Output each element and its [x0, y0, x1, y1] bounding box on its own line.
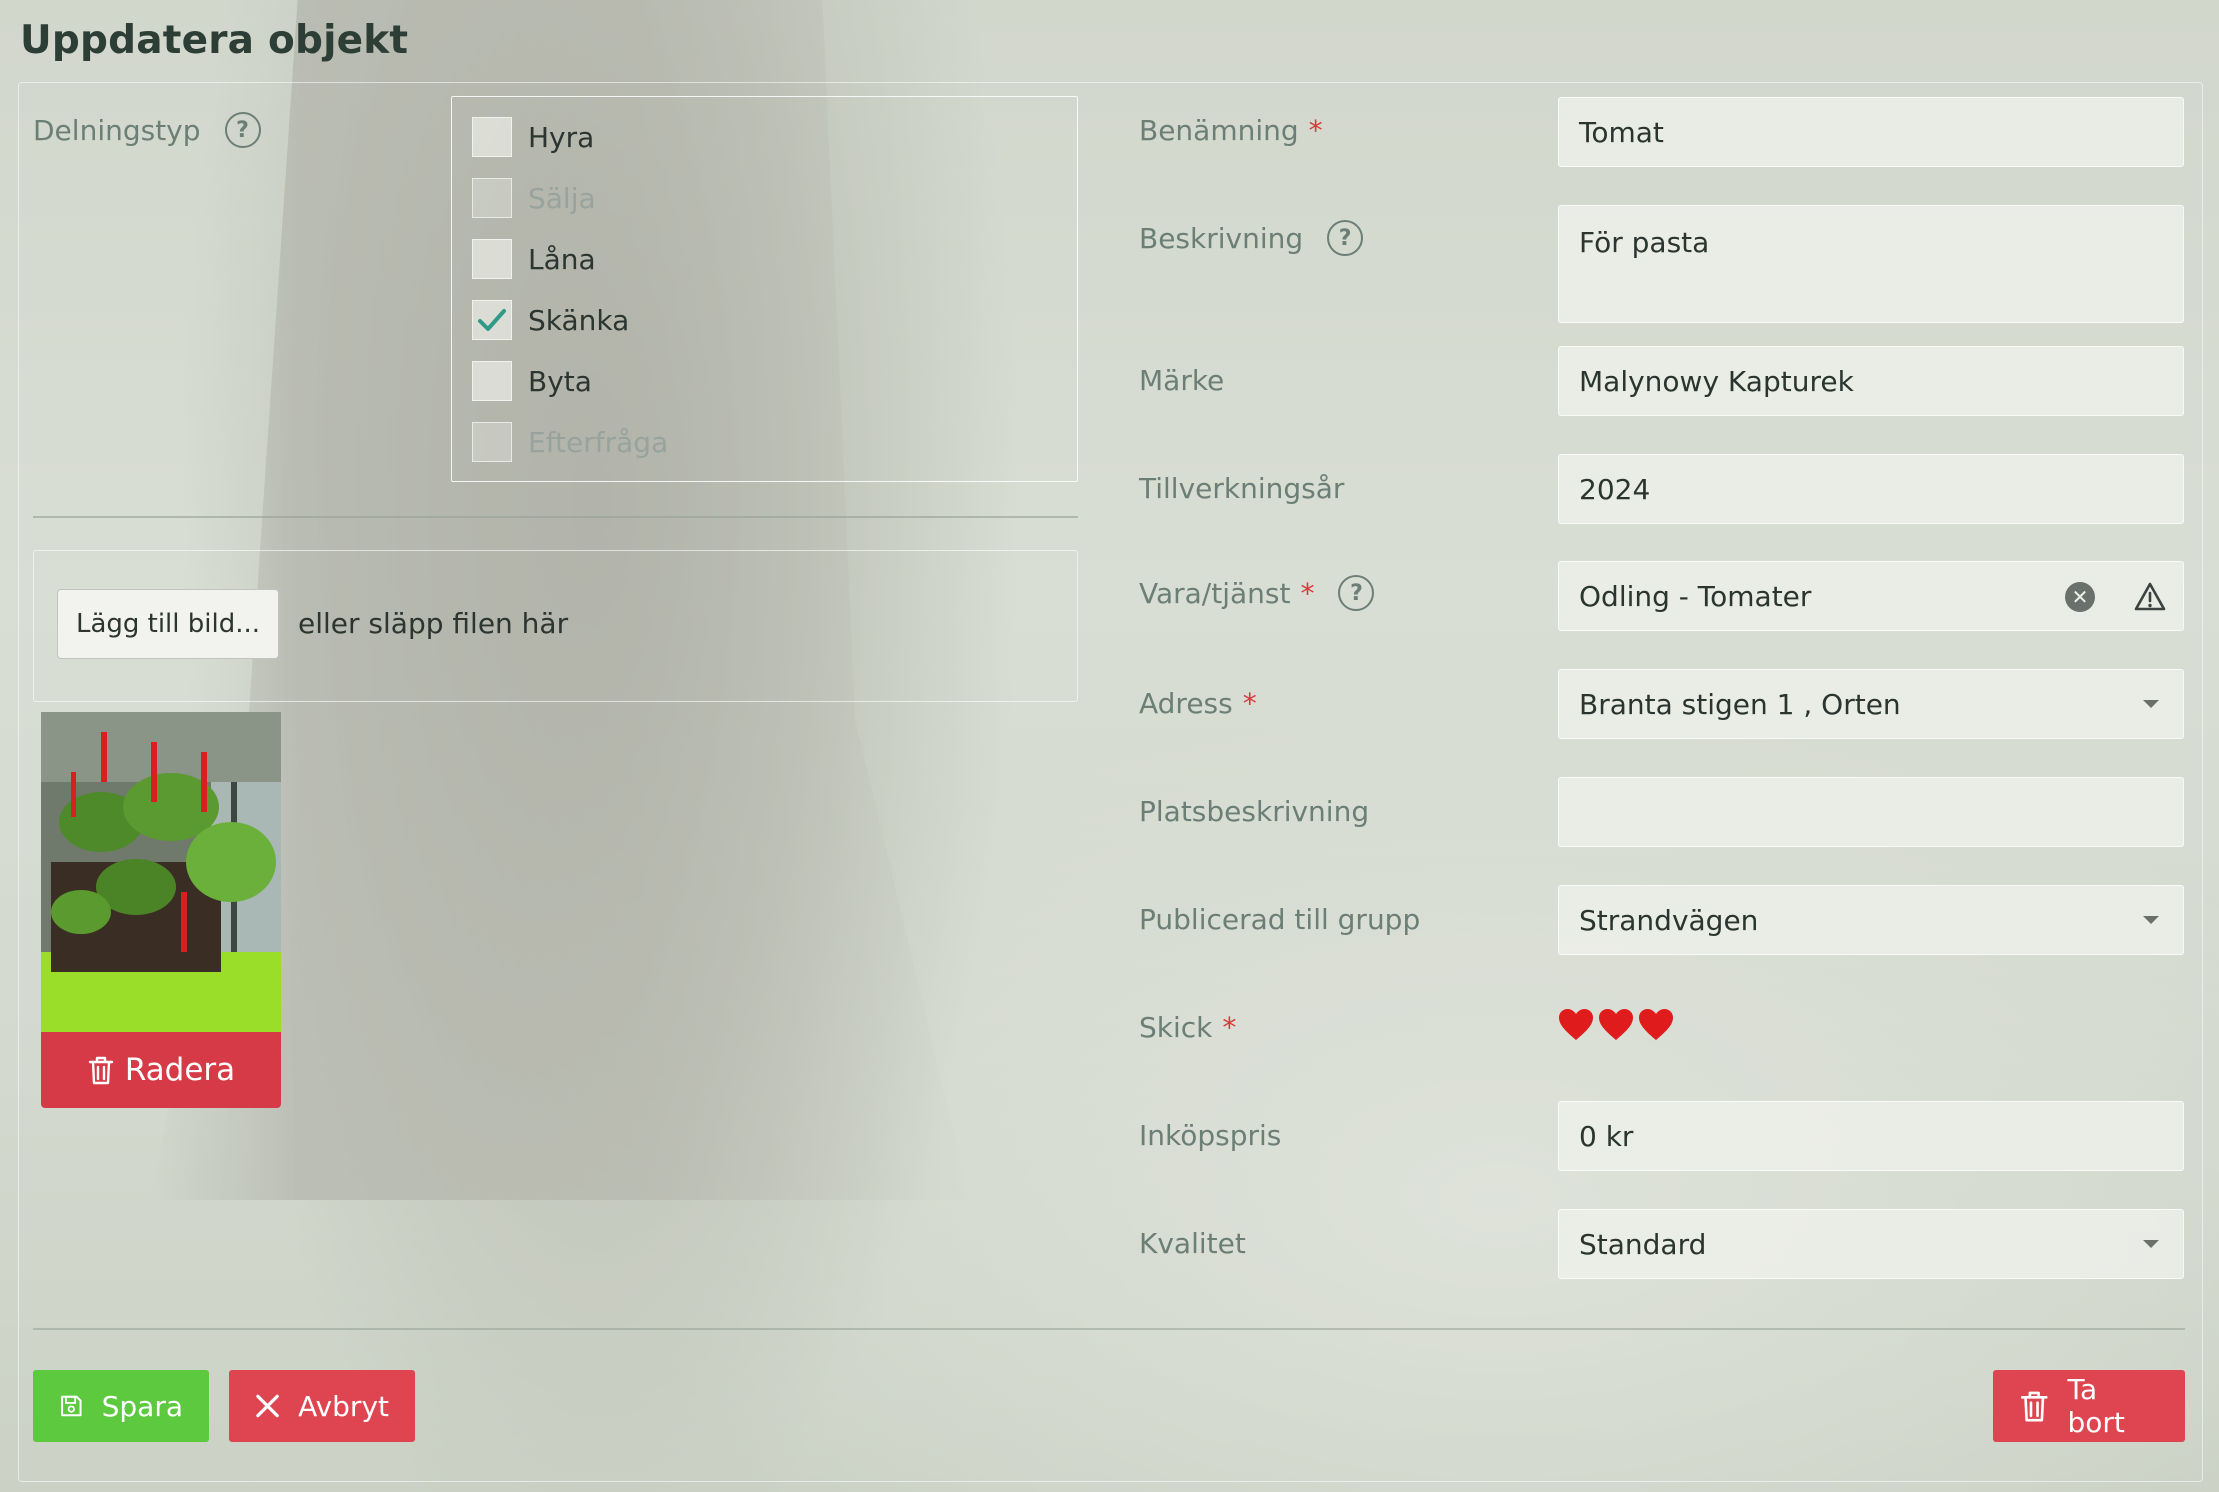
delete-image-button[interactable]: Radera — [41, 1032, 281, 1108]
description-label: Beskrivning ? — [1139, 220, 1364, 256]
price-label: Inköpspris — [1139, 1119, 1282, 1152]
cancel-button[interactable]: Avbryt — [229, 1370, 415, 1442]
update-item-dialog: Uppdatera objekt Delningstyp ? Hyra Sälj… — [0, 0, 2219, 1492]
group-label: Publicerad till grupp — [1139, 903, 1421, 936]
option-lana[interactable]: Låna — [472, 239, 596, 279]
divider — [33, 1328, 2185, 1330]
image-dropzone[interactable]: Lägg till bild... eller släpp filen här — [33, 550, 1078, 702]
sharing-type-label: Delningstyp ? — [33, 112, 261, 148]
heart-icon[interactable] — [1598, 1008, 1634, 1042]
help-icon[interactable]: ? — [224, 112, 261, 148]
option-efterfraga: Efterfråga — [472, 422, 668, 462]
page-title: Uppdatera objekt — [20, 18, 409, 63]
add-image-button[interactable]: Lägg till bild... — [57, 589, 279, 659]
help-icon[interactable]: ? — [1327, 220, 1364, 256]
chevron-down-icon[interactable] — [2143, 700, 2159, 708]
quality-label: Kvalitet — [1139, 1227, 1246, 1260]
trash-icon — [2020, 1391, 2048, 1422]
help-icon[interactable]: ? — [1338, 575, 1375, 611]
checkbox — [472, 422, 512, 462]
year-label: Tillverkningsår — [1139, 472, 1345, 505]
chevron-down-icon[interactable] — [2143, 1240, 2159, 1248]
product-select[interactable]: Odling - Tomater ✕ — [1558, 561, 2184, 631]
brand-input[interactable]: Malynowy Kapturek — [1558, 346, 2184, 416]
heart-icon[interactable] — [1558, 1008, 1594, 1042]
heart-icon[interactable] — [1638, 1008, 1674, 1042]
delete-item-button[interactable]: Ta bort — [1993, 1370, 2185, 1442]
close-icon — [256, 1394, 279, 1418]
dropzone-hint: eller släpp filen här — [298, 607, 569, 640]
tomato-seedlings-photo — [41, 712, 281, 1032]
checkbox — [472, 178, 512, 218]
address-label: Adress * — [1139, 687, 1257, 720]
group-select[interactable]: Strandvägen — [1558, 885, 2184, 955]
year-input[interactable]: 2024 — [1558, 454, 2184, 524]
quality-select[interactable]: Standard — [1558, 1209, 2184, 1279]
location-input[interactable] — [1558, 777, 2184, 847]
chevron-down-icon[interactable] — [2143, 916, 2159, 924]
option-byta[interactable]: Byta — [472, 361, 592, 401]
save-button[interactable]: Spara — [33, 1370, 209, 1442]
checkmark-icon — [478, 309, 506, 331]
checkbox[interactable] — [472, 117, 512, 157]
product-label: Vara/tjänst * ? — [1139, 575, 1375, 611]
warning-icon[interactable] — [2133, 580, 2167, 614]
location-label: Platsbeskrivning — [1139, 795, 1370, 828]
checkbox[interactable] — [472, 361, 512, 401]
clear-icon[interactable]: ✕ — [2065, 582, 2095, 612]
option-salja: Sälja — [472, 178, 596, 218]
address-select[interactable]: Branta stigen 1 , Orten — [1558, 669, 2184, 739]
checkbox[interactable] — [472, 239, 512, 279]
trash-icon — [88, 1056, 114, 1085]
checkbox-checked[interactable] — [472, 300, 512, 340]
floppy-disk-icon — [61, 1395, 82, 1417]
brand-label: Märke — [1139, 364, 1225, 397]
condition-label: Skick * — [1139, 1011, 1237, 1044]
name-label: Benämning * — [1139, 114, 1323, 147]
price-input[interactable]: 0 kr — [1558, 1101, 2184, 1171]
option-skanka[interactable]: Skänka — [472, 300, 629, 340]
sharing-type-options: Hyra Sälja Låna Skänka Byta Efterfråga — [451, 96, 1078, 482]
condition-rating[interactable] — [1558, 1008, 1674, 1042]
option-hyra[interactable]: Hyra — [472, 117, 594, 157]
divider — [33, 516, 1078, 518]
image-thumbnail — [41, 712, 281, 1032]
description-textarea[interactable]: För pasta — [1558, 205, 2184, 323]
name-input[interactable]: Tomat — [1558, 97, 2184, 167]
